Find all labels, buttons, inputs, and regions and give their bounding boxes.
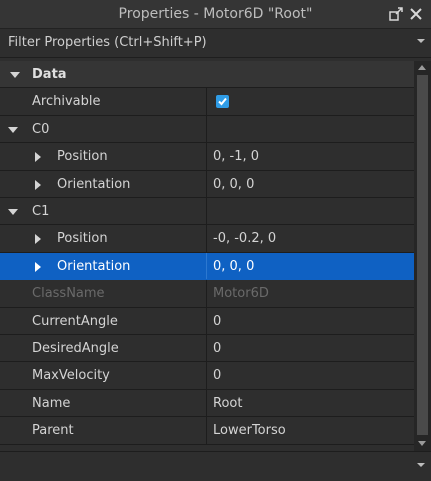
property-row-maxvelocity[interactable]: MaxVelocity 0 (0, 362, 414, 390)
property-label: Orientation (57, 258, 131, 274)
archivable-checkbox[interactable] (216, 95, 229, 109)
property-value[interactable]: 0, -1, 0 (213, 149, 259, 164)
property-value[interactable]: LowerTorso (213, 423, 286, 438)
collapse-arrow-icon[interactable] (10, 72, 20, 78)
property-row-currentangle[interactable]: CurrentAngle 0 (0, 307, 414, 335)
property-value[interactable]: -0, -0.2, 0 (213, 231, 276, 246)
property-row-c0-position[interactable]: Position 0, -1, 0 (0, 143, 414, 171)
close-icon[interactable] (408, 6, 424, 22)
section-data[interactable]: Data (0, 61, 414, 89)
property-label: Orientation (57, 176, 131, 192)
property-label: ClassName (32, 286, 105, 302)
expand-arrow-icon[interactable] (8, 209, 18, 215)
property-value[interactable]: Root (213, 396, 242, 411)
property-value[interactable]: 0 (213, 341, 221, 356)
property-row-c1[interactable]: C1 (0, 198, 414, 226)
property-label: Position (57, 231, 108, 247)
property-value[interactable]: 0, 0, 0 (213, 177, 254, 192)
property-label: CurrentAngle (32, 313, 118, 329)
section-label: Data (32, 67, 67, 82)
property-value[interactable]: 0, 0, 0 (213, 259, 254, 274)
property-row-parent[interactable]: Parent LowerTorso (0, 417, 414, 445)
property-row-name[interactable]: Name Root (0, 389, 414, 418)
property-row-c1-orientation[interactable]: Orientation 0, 0, 0 (0, 252, 414, 281)
filter-properties-input[interactable]: Filter Properties (Ctrl+Shift+P) (0, 29, 431, 58)
property-label: DesiredAngle (32, 341, 119, 356)
description-panel (0, 451, 431, 481)
expand-arrow-icon[interactable] (35, 179, 41, 190)
scrollbar-thumb[interactable] (417, 75, 428, 435)
expand-arrow-icon[interactable] (35, 234, 41, 245)
undock-icon[interactable] (388, 6, 404, 22)
expand-arrow-icon[interactable] (8, 126, 18, 133)
property-value: Motor6D (213, 286, 269, 302)
vertical-scrollbar[interactable] (414, 61, 431, 451)
property-label: MaxVelocity (32, 368, 110, 384)
property-label: Parent (32, 423, 74, 439)
property-value[interactable]: 0 (213, 314, 221, 329)
property-label: C0 (32, 121, 50, 137)
property-row-desiredangle[interactable]: DesiredAngle 0 (0, 335, 414, 363)
properties-grid: Data Archivable C0 Position 0, -1, 0 Ori… (0, 61, 414, 451)
property-label: C1 (32, 204, 50, 219)
property-row-c0-orientation[interactable]: Orientation 0, 0, 0 (0, 170, 414, 198)
property-label: Name (32, 395, 71, 411)
property-row-c1-position[interactable]: Position -0, -0.2, 0 (0, 225, 414, 253)
scroll-up-arrow-icon[interactable] (418, 65, 426, 70)
property-label: Archivable (32, 94, 101, 110)
property-row-archivable[interactable]: Archivable (0, 88, 414, 116)
filter-placeholder: Filter Properties (Ctrl+Shift+P) (8, 35, 207, 50)
window-title: Properties - Motor6D "Root" (118, 6, 313, 22)
section-data-header: Data (0, 61, 207, 87)
property-row-classname[interactable]: ClassName Motor6D (0, 280, 414, 308)
expand-arrow-icon[interactable] (35, 152, 41, 163)
scroll-down-arrow-icon[interactable] (418, 441, 426, 446)
title-bar: Properties - Motor6D "Root" (0, 0, 431, 29)
property-value[interactable]: 0 (213, 368, 221, 383)
chevron-down-icon[interactable] (417, 463, 425, 467)
checkmark-icon (218, 98, 227, 106)
property-label: Position (57, 149, 108, 165)
property-row-c0[interactable]: C0 (0, 115, 414, 144)
filter-dropdown-icon[interactable] (417, 39, 425, 43)
expand-arrow-icon[interactable] (35, 261, 41, 272)
